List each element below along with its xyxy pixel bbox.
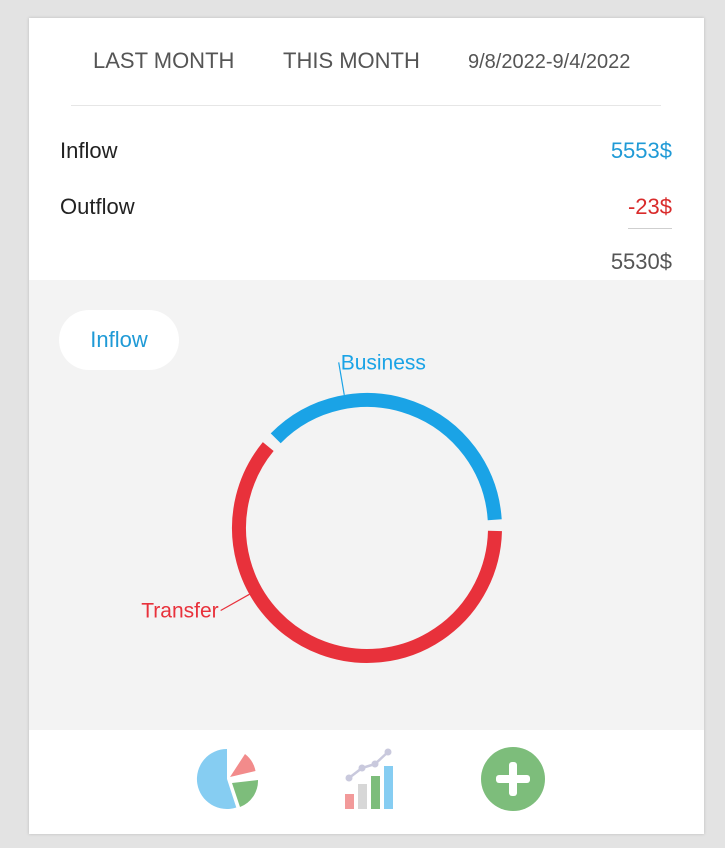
- chart-area: Business Transfer Inflow: [29, 280, 704, 730]
- report-card: LAST MONTH THIS MONTH 9/8/2022-9/4/2022 …: [29, 18, 704, 834]
- donut-slice-transfer[interactable]: [232, 442, 502, 663]
- bar-chart-trend-icon[interactable]: [335, 744, 405, 814]
- bottom-nav: [29, 730, 704, 834]
- donut-label-business: Business: [341, 351, 426, 374]
- donut-label-transfer: Transfer: [141, 600, 218, 623]
- total-value: 5530$: [610, 249, 672, 274]
- tab-date-range[interactable]: 9/8/2022-9/4/2022: [468, 51, 630, 74]
- inflow-value: 5553$: [610, 138, 672, 163]
- tab-this-month[interactable]: THIS MONTH: [283, 48, 420, 74]
- inflow-label: Inflow: [60, 138, 118, 163]
- tab-last-month[interactable]: LAST MONTH: [93, 48, 234, 74]
- outflow-label: Outflow: [60, 194, 135, 219]
- inflow-toggle-button[interactable]: Inflow: [59, 310, 179, 370]
- donut-leader-transfer: [220, 593, 250, 612]
- donut-slice-business[interactable]: [270, 393, 502, 521]
- plus-circle-icon[interactable]: [478, 744, 548, 814]
- pie-chart-icon[interactable]: [192, 744, 262, 814]
- divider: [71, 105, 661, 106]
- outflow-value: -23$: [627, 194, 672, 229]
- period-tabs: LAST MONTH THIS MONTH 9/8/2022-9/4/2022: [29, 18, 704, 106]
